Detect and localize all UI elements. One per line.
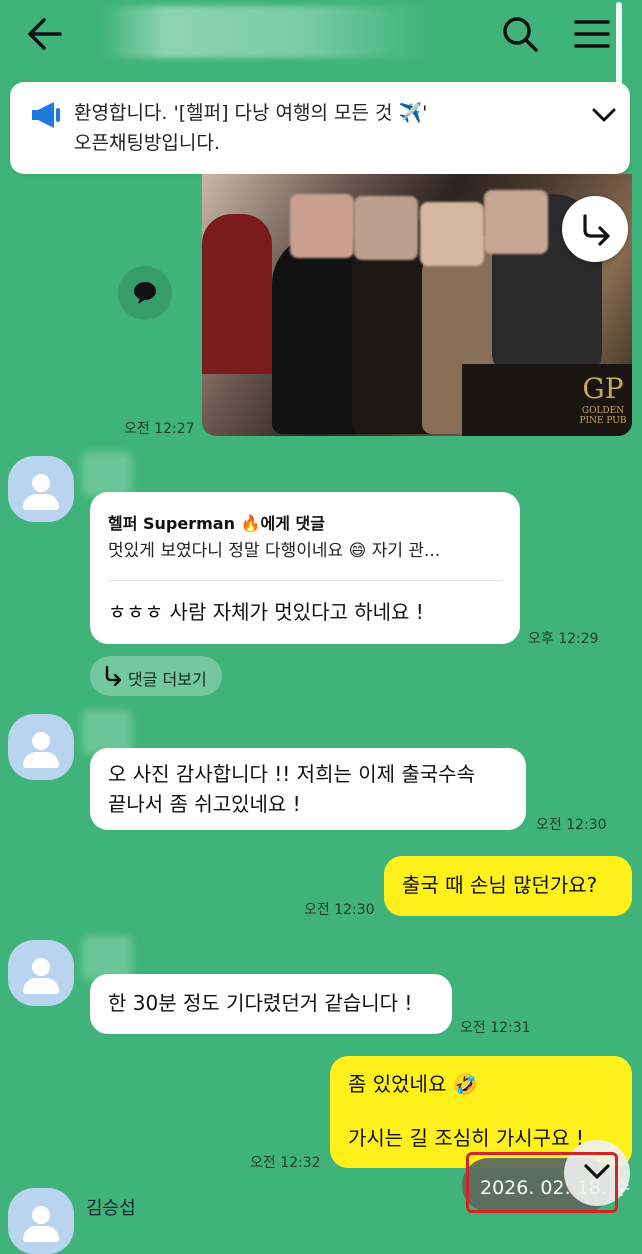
photo-time: 오전 12:27 (124, 421, 195, 437)
avatar[interactable] (8, 456, 74, 522)
blurred-face (290, 194, 354, 258)
reply-arrow-icon (102, 664, 124, 692)
pub-logo: GP GOLDEN PINE PUB (578, 372, 628, 428)
notice-text: 환영합니다. '[헬퍼] 다낭 여행의 모든 것 ✈️' 오픈채팅방입니다. (74, 102, 428, 154)
message-time: 오전 12:30 (304, 902, 375, 918)
message-text: 좀 있었네요 🤣 (348, 1072, 478, 1096)
message-time: 오전 12:31 (460, 1020, 531, 1036)
search-icon[interactable] (498, 12, 542, 56)
message-text: 출국 때 손님 많던가요? (402, 873, 598, 897)
back-arrow-icon[interactable] (24, 14, 68, 54)
chevron-down-icon[interactable] (584, 98, 624, 134)
message-time: 오전 12:32 (250, 1155, 321, 1171)
highlight-box (466, 1152, 618, 1213)
blurred-face (354, 196, 418, 260)
share-button[interactable] (562, 196, 628, 262)
megaphone-icon (30, 100, 64, 130)
message-time: 오후 12:29 (528, 631, 599, 647)
avatar[interactable] (8, 1188, 74, 1254)
message-bubble[interactable]: 한 30분 정도 기다렸던거 같습니다 ! (90, 974, 452, 1034)
reply-quote: 멋있게 보였다니 정말 다행이네요 😄 자기 관... (108, 541, 441, 561)
message-text: 가시는 길 조심히 가시구요 ! (348, 1126, 584, 1150)
photo-figure (202, 214, 272, 374)
more-comments-button[interactable]: 댓글 더보기 (90, 656, 222, 696)
notice-banner[interactable]: 환영합니다. '[헬퍼] 다낭 여행의 모든 것 ✈️' 오픈채팅방입니다. (10, 82, 630, 174)
blurred-face (484, 190, 548, 254)
message-bubble[interactable]: 오 사진 감사합니다 !! 저희는 이제 출국수속 끝나서 좀 쉬고있네요 ! (90, 748, 526, 830)
message-text: 끝나서 좀 쉬고있네요 ! (108, 792, 301, 816)
my-message-bubble[interactable]: 출국 때 손님 많던가요? (384, 856, 632, 916)
reply-text: ㅎㅎㅎ 사람 자체가 멋있다고 하네요 ! (108, 600, 424, 624)
top-bar (0, 0, 642, 98)
more-comments-label: 댓글 더보기 (128, 670, 207, 689)
message-text: 오 사진 감사합니다 !! 저희는 이제 출국수속 (108, 762, 475, 786)
message-time: 오전 12:30 (536, 817, 607, 833)
avatar[interactable] (8, 940, 74, 1006)
avatar[interactable] (8, 714, 74, 780)
sender-name: 김승섭 (86, 1198, 136, 1219)
logo-text: GOLDEN PINE PUB (579, 406, 627, 426)
menu-icon[interactable] (570, 14, 614, 54)
message-text: 한 30분 정도 기다렸던거 같습니다 ! (108, 991, 413, 1015)
logo-mark: GP (582, 372, 624, 405)
reply-header: 헬퍼 Superman 🔥에게 댓글 (108, 514, 325, 533)
chat-title-blurred (100, 6, 430, 58)
sender-name-blurred (82, 452, 132, 496)
comment-bubble-icon[interactable] (118, 266, 172, 320)
reply-card[interactable]: 헬퍼 Superman 🔥에게 댓글 멋있게 보였다니 정말 다행이네요 😄 자… (90, 492, 520, 644)
blurred-face (420, 202, 484, 266)
divider (108, 580, 502, 581)
